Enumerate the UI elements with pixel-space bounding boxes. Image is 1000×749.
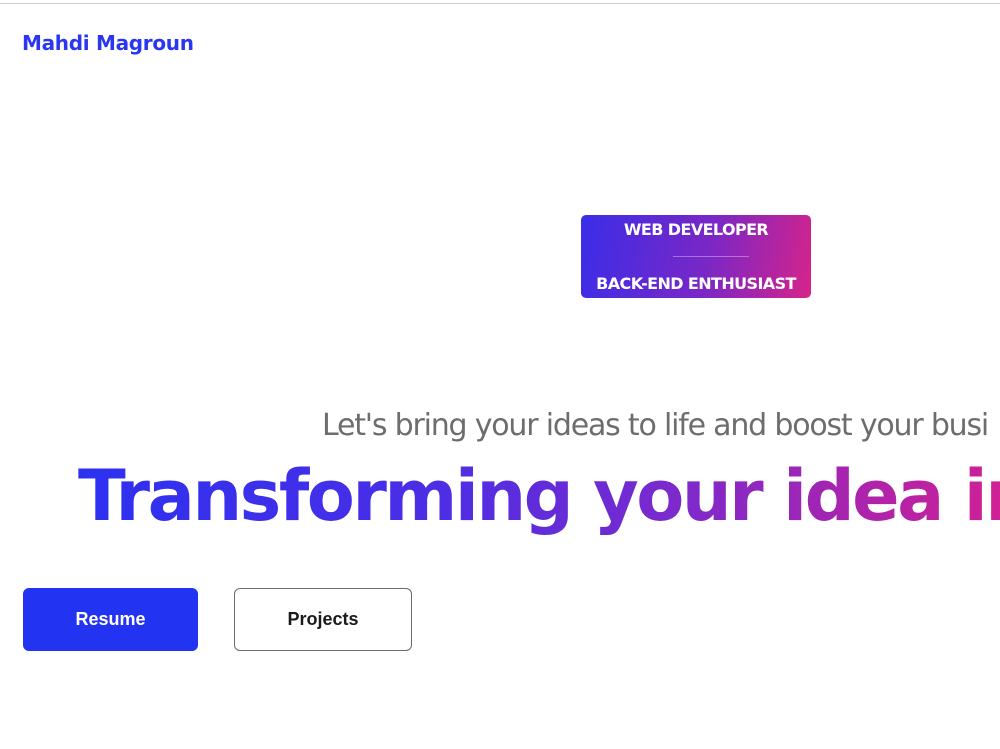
hero-tagline: Let's bring your ideas to life and boost… <box>322 408 989 443</box>
projects-button[interactable]: Projects <box>234 588 412 651</box>
hero-headline: Transforming your idea into <box>78 455 1000 537</box>
top-divider <box>0 3 1000 4</box>
portfolio-page: Mahdi Magroun WEB DEVELOPER BACK-END ENT… <box>0 0 1000 749</box>
role-web-developer: WEB DEVELOPER <box>623 220 769 239</box>
brand-logo-text[interactable]: Mahdi Magroun <box>22 31 194 55</box>
role-back-end-enthusiast: BACK-END ENTHUSIAST <box>596 274 796 293</box>
role-divider <box>673 256 749 257</box>
resume-button[interactable]: Resume <box>23 588 198 651</box>
role-badge: WEB DEVELOPER BACK-END ENTHUSIAST <box>581 215 811 298</box>
